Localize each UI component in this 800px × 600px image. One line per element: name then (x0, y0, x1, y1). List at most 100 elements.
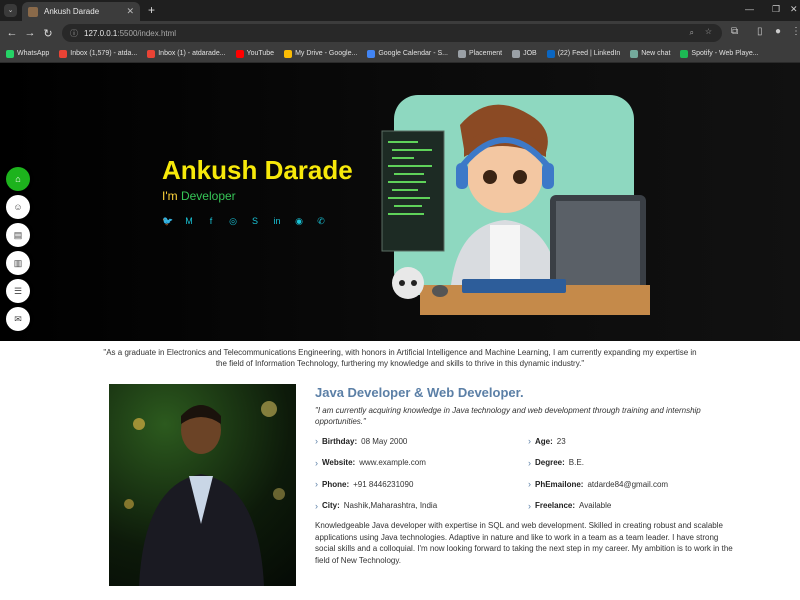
favicon-icon (28, 6, 38, 17)
gmail-icon[interactable]: M (184, 216, 194, 226)
about-field: › City: Nashik,Maharashtra, India (315, 501, 437, 511)
profile-photo (109, 384, 296, 586)
bookmark-item[interactable]: WhatsApp (6, 49, 50, 58)
about-title: Java Developer & Web Developer. (315, 385, 524, 400)
url-path: :5500/index.html (117, 28, 177, 38)
sidenav-user-icon[interactable]: ☺ (6, 195, 30, 219)
sidenav-envelope-icon[interactable]: ✉ (6, 307, 30, 331)
bookmark-label: My Drive - Google... (295, 50, 358, 57)
bookmark-favicon-icon (235, 49, 244, 58)
about-field: › Degree: B.E. (528, 458, 584, 468)
bookmark-favicon-icon (59, 49, 68, 58)
social-links: 🐦 Mf ◎ Sin ◉ ✆ (162, 216, 326, 226)
side-navigation: ⌂ ☺ ▤ ▥ ☰ ✉ (6, 167, 30, 331)
field-label: Website: (322, 458, 356, 467)
hero-section: Ankush Darade I'm Developer 🐦 Mf ◎ Sin ◉ ✆ (0, 63, 800, 341)
skype-icon[interactable]: S (250, 216, 260, 226)
bookmark-label: YouTube (246, 50, 275, 57)
chevron-right-icon: › (528, 436, 531, 446)
bookmark-item[interactable]: Google Calendar - S... (367, 49, 448, 58)
about-field: › Phone: +91 8446231090 (315, 479, 413, 489)
bookmark-favicon-icon (512, 49, 521, 58)
browser-tab-strip: ⌄ Ankush Darade ✕ + — ❐ ✕ (0, 0, 800, 21)
about-field: › Website: www.example.com (315, 458, 426, 468)
facebook-icon[interactable]: f (206, 216, 216, 226)
bookmark-item[interactable]: New chat (630, 49, 671, 58)
field-value: atdarde84@gmail.com (587, 479, 669, 489)
sidenav-file-icon[interactable]: ▤ (6, 223, 30, 247)
bookmark-label: (22) Feed | LinkedIn (557, 50, 621, 57)
bookmark-label: WhatsApp (17, 50, 50, 57)
bookmark-label: New chat (641, 50, 671, 57)
instagram-icon[interactable]: ◎ (228, 216, 238, 226)
bookmark-item[interactable]: Inbox (1,579) - atda... (59, 49, 138, 58)
bookmark-favicon-icon (284, 49, 293, 58)
bookmark-item[interactable]: Inbox (1) - atdarade... (147, 49, 226, 58)
bookmark-favicon-icon (457, 49, 466, 58)
about-body: Knowledgeable Java developer with expert… (315, 521, 733, 565)
site-info-icon[interactable]: ⓘ (70, 28, 78, 39)
chevron-right-icon: › (315, 479, 318, 489)
bookmark-star-icon[interactable]: ☆ (705, 27, 712, 36)
mouse (432, 285, 448, 297)
about-field: › Freelance: Available (528, 501, 611, 511)
about-subtitle: "I am currently acquiring knowledge in J… (315, 406, 701, 426)
bookmark-favicon-icon (546, 49, 555, 58)
sidenav-book-icon[interactable]: ▥ (6, 251, 30, 275)
about-field: › PhEmailone: atdarde84@gmail.com (528, 479, 668, 489)
bookmark-favicon-icon (367, 49, 376, 58)
bookmark-favicon-icon (147, 49, 156, 58)
address-bar[interactable]: ⓘ 127.0.0.1 :5500/index.html ⌕ ☆ (62, 24, 722, 42)
browser-toolbar: ← → ↻ ⓘ 127.0.0.1 :5500/index.html ⌕ ☆ ⧉… (0, 21, 800, 45)
field-label: Phone: (322, 479, 350, 489)
robot-pen-holder (392, 267, 424, 299)
bookmark-item[interactable]: JOB (512, 49, 537, 58)
bookmark-label: Inbox (1,579) - atda... (70, 50, 138, 57)
extensions-icon[interactable]: ⧉ (731, 26, 738, 37)
role-prefix: I'm (162, 189, 178, 203)
github-icon[interactable]: ◉ (294, 216, 304, 226)
sidenav-home-icon[interactable]: ⌂ (6, 167, 30, 191)
reload-icon[interactable]: ↻ (39, 27, 57, 40)
bookmark-item[interactable]: Spotify - Web Playe... (680, 49, 759, 58)
bookmark-item[interactable]: Placement (457, 49, 502, 58)
bookmark-label: JOB (523, 50, 537, 57)
field-value: 08 May 2000 (361, 436, 408, 446)
field-value: B.E. (568, 458, 584, 467)
whatsapp-icon[interactable]: ✆ (316, 216, 326, 226)
forward-icon[interactable]: → (21, 27, 39, 39)
tab-list-button[interactable]: ⌄ (4, 4, 17, 17)
browser-tab[interactable]: Ankush Darade ✕ (22, 2, 140, 21)
profile-icon[interactable]: ● (775, 26, 781, 37)
bookmark-favicon-icon (6, 49, 14, 58)
field-label: City: (322, 501, 340, 510)
chevron-right-icon: › (528, 457, 531, 468)
field-value: Available (579, 501, 612, 510)
role-value: Developer (180, 189, 236, 203)
search-icon[interactable]: ⌕ (690, 28, 694, 38)
profile-photo-figure (124, 401, 285, 586)
tab-title: Ankush Darade (44, 7, 100, 16)
sidenav-server-icon[interactable]: ☰ (6, 279, 30, 303)
chevron-right-icon: › (315, 500, 318, 511)
restore-icon[interactable]: ❐ (772, 4, 780, 15)
twitter-icon[interactable]: 🐦 (162, 216, 173, 226)
linkedin-icon[interactable]: in (272, 216, 282, 226)
about-field: › Age: 23 (528, 436, 566, 446)
close-tab-icon[interactable]: ✕ (126, 6, 134, 17)
url-host: 127.0.0.1 (84, 28, 118, 38)
bookmark-item[interactable]: YouTube (235, 49, 275, 58)
menu-icon[interactable]: ⋮ (791, 26, 800, 37)
bookmark-item[interactable]: My Drive - Google... (284, 49, 358, 58)
bookmark-label: Google Calendar - S... (378, 50, 448, 57)
hero-name: Ankush Darade (162, 155, 353, 185)
chevron-right-icon: › (528, 500, 531, 511)
field-value: www.example.com (359, 458, 426, 467)
close-window-icon[interactable]: ✕ (790, 4, 798, 15)
minimize-icon[interactable]: — (745, 4, 754, 14)
bookmark-item[interactable]: (22) Feed | LinkedIn (546, 49, 621, 58)
new-tab-button[interactable]: + (148, 3, 155, 17)
back-icon[interactable]: ← (3, 27, 21, 39)
sidebar-icon[interactable]: ▯ (757, 26, 763, 37)
field-value: +91 8446231090 (353, 479, 414, 489)
